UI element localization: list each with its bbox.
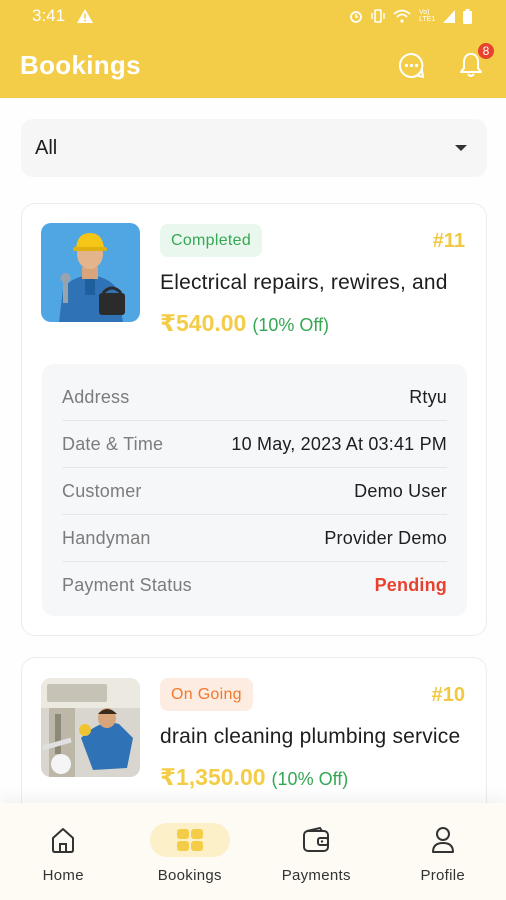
detail-value: Provider Demo: [324, 527, 447, 548]
signal-icon: [443, 9, 455, 23]
wifi-icon: [393, 9, 411, 23]
detail-row-date-time: Date & Time 10 May, 2023 At 03:41 PM: [62, 421, 447, 468]
detail-row-handyman: Handyman Provider Demo: [62, 515, 447, 562]
nav-label: Bookings: [157, 867, 222, 884]
detail-value: Demo User: [354, 480, 447, 501]
detail-label: Address: [62, 386, 130, 407]
nav-label: Home: [42, 867, 84, 884]
price-row: ₹1,350.00 (10% Off): [160, 764, 348, 791]
status-bar: 3:41 Vo) LTE1: [0, 0, 506, 32]
nav-label: Profile: [420, 867, 466, 884]
app-bar: Bookings 8: [0, 32, 506, 98]
chat-icon: [398, 52, 424, 78]
detail-label: Handyman: [62, 527, 151, 548]
warning-icon: [77, 9, 94, 23]
booking-id: #11: [432, 230, 465, 252]
nav-item-profile[interactable]: Profile: [380, 803, 506, 900]
price-row: ₹540.00 (10% Off): [160, 310, 329, 337]
nav-item-bookings[interactable]: Bookings: [127, 803, 254, 900]
filter-selected-value: All: [35, 136, 58, 159]
booking-id: #10: [431, 684, 465, 706]
detail-row-payment-status: Payment Status Pending: [62, 562, 447, 609]
detail-value: Rtyu: [409, 386, 447, 407]
payment-status-value: Pending: [374, 575, 447, 595]
price: ₹1,350.00: [160, 764, 266, 790]
detail-label: Date & Time: [62, 433, 164, 454]
nav-label: Payments: [281, 867, 351, 884]
service-name: drain cleaning plumbing service: [160, 725, 461, 748]
service-name: Electrical repairs, rewires, and: [160, 271, 448, 294]
status-badge: On Going: [160, 678, 253, 711]
discount: (10% Off): [252, 315, 330, 335]
chat-button[interactable]: [396, 50, 426, 80]
detail-row-address: Address Rtyu: [62, 374, 447, 421]
bottom-navigation: Home Bookings Payments Profile: [0, 803, 506, 900]
booking-card[interactable]: Completed #11 Electrical repairs, rewire…: [21, 203, 487, 636]
booking-details: Address Rtyu Date & Time 10 May, 2023 At…: [42, 364, 467, 616]
detail-label: Payment Status: [62, 575, 192, 595]
profile-icon: [431, 827, 454, 853]
notification-badge: 8: [476, 41, 496, 61]
service-image-electrician: [41, 223, 140, 322]
notifications-button[interactable]: 8: [456, 41, 496, 80]
detail-label: Customer: [62, 480, 142, 501]
vibrate-icon: [371, 9, 385, 23]
price: ₹540.00: [160, 310, 247, 336]
bookings-icon: [176, 829, 203, 851]
battery-icon: [463, 8, 472, 24]
booking-card[interactable]: On Going #10 drain cleaning plumbing ser…: [21, 657, 487, 817]
home-icon: [52, 828, 75, 853]
alarm-icon: [350, 11, 362, 23]
network-label: Vo) LTE1: [419, 9, 436, 23]
detail-value: 10 May, 2023 At 03:41 PM: [231, 433, 447, 454]
caret-down-icon: [455, 145, 467, 151]
status-badge: Completed: [160, 224, 263, 257]
detail-row-customer: Customer Demo User: [62, 468, 447, 515]
discount: (10% Off): [271, 769, 349, 789]
nav-item-home[interactable]: Home: [0, 803, 127, 900]
wallet-icon: [303, 827, 330, 852]
nav-item-payments[interactable]: Payments: [253, 803, 380, 900]
service-image-plumber: [41, 678, 140, 777]
page-title: Bookings: [20, 49, 141, 80]
status-filter-dropdown[interactable]: All: [21, 119, 487, 177]
clock: 3:41: [32, 6, 66, 25]
